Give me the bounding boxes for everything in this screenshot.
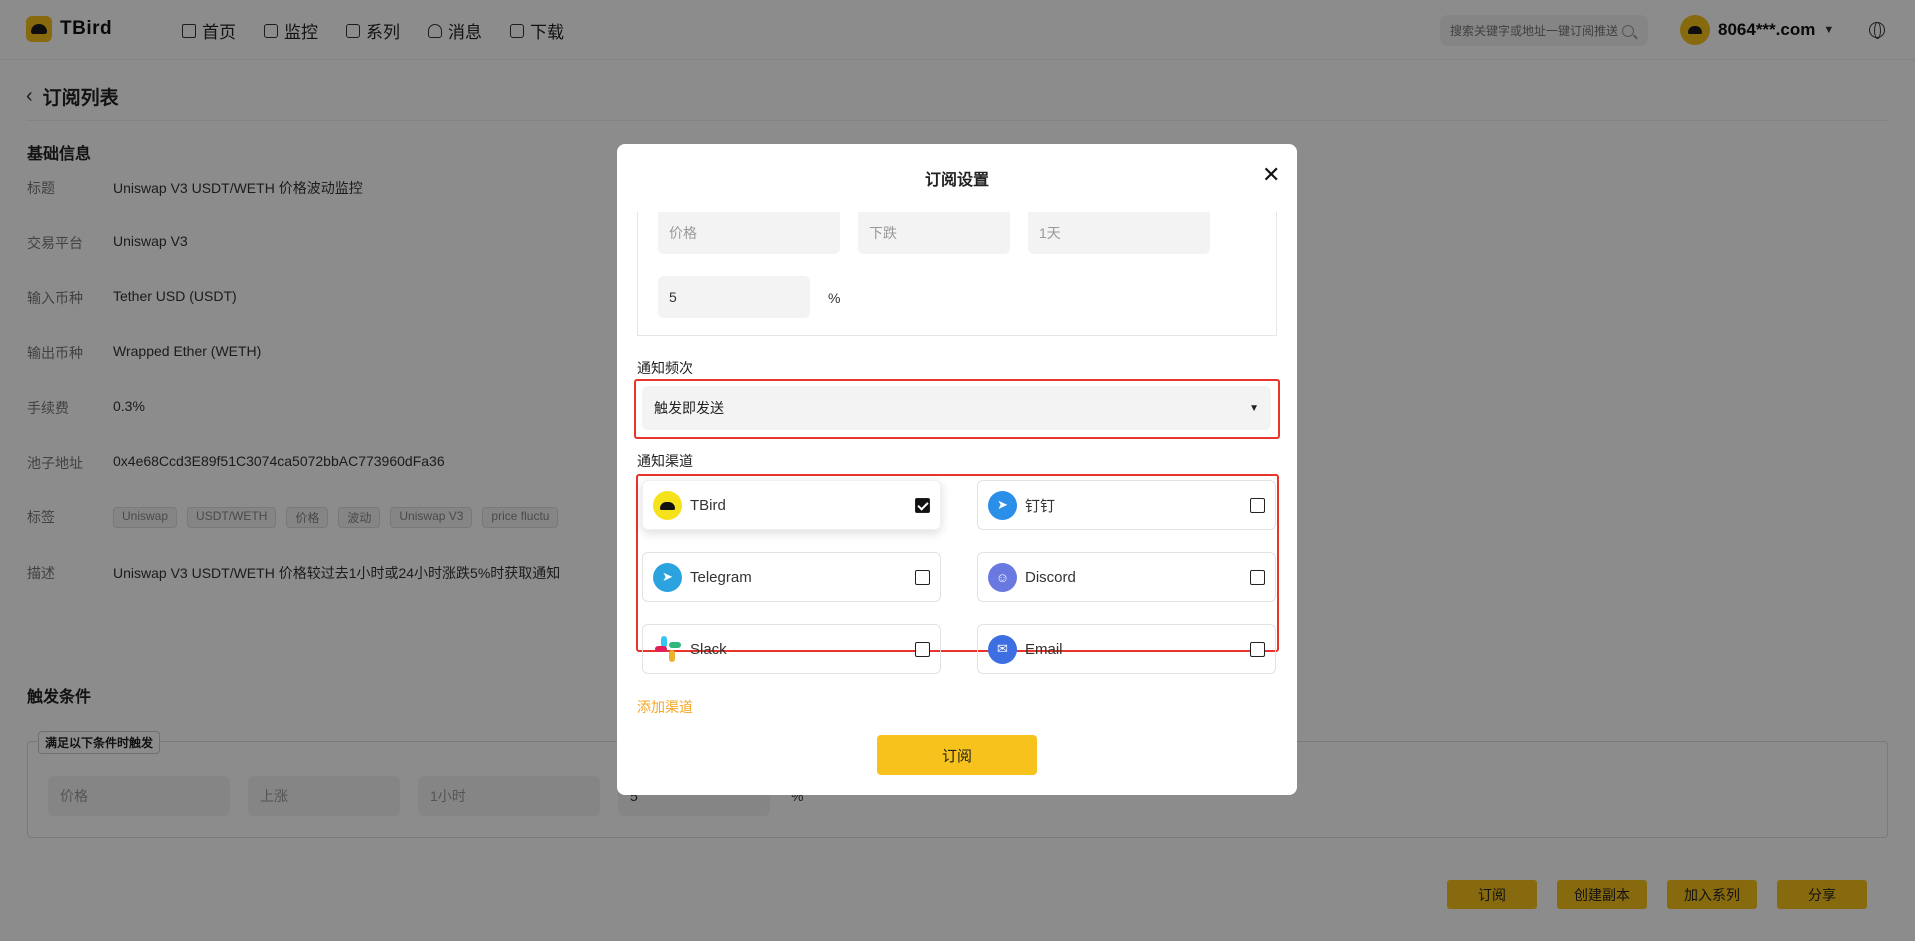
channel-checkbox[interactable] — [1250, 569, 1265, 585]
percent-unit: % — [828, 290, 841, 306]
direction-field[interactable]: 下跌 — [858, 212, 1010, 254]
channel-telegram[interactable]: ➤ Telegram — [642, 552, 941, 602]
close-icon[interactable]: ✕ — [1262, 162, 1280, 188]
add-channel-link[interactable]: 添加渠道 — [637, 697, 693, 717]
discord-icon: ☺ — [988, 562, 1017, 592]
channel-email[interactable]: ✉ Email — [977, 624, 1276, 674]
frequency-label: 通知频次 — [637, 360, 693, 376]
channel-slack[interactable]: Slack — [642, 624, 941, 674]
dingtalk-icon: ➤ — [988, 490, 1017, 520]
telegram-icon: ➤ — [653, 562, 682, 592]
channel-checkbox[interactable] — [915, 641, 930, 657]
modal-title: 订阅设置 — [924, 172, 989, 189]
channels-highlight: TBird ➤ 钉钉 ➤ Telegram ☺ Discord Slack ✉ … — [636, 474, 1279, 674]
slack-icon — [653, 635, 682, 664]
channel-name: 钉钉 — [1025, 497, 1056, 515]
email-icon: ✉ — [988, 634, 1017, 664]
channel-name: Slack — [690, 640, 727, 658]
period-field[interactable]: 1天 — [1028, 212, 1210, 254]
frequency-highlight: 触发即发送 ▼ — [634, 379, 1280, 439]
channel-discord[interactable]: ☺ Discord — [977, 552, 1276, 602]
channel-name: Telegram — [690, 568, 752, 586]
caret-down-icon: ▼ — [1249, 402, 1259, 414]
channel-name: TBird — [690, 496, 726, 514]
frequency-value: 触发即发送 — [654, 400, 724, 416]
channel-name: Discord — [1025, 568, 1076, 586]
metric-field[interactable]: 价格 — [658, 212, 840, 254]
frequency-select[interactable]: 触发即发送 ▼ — [642, 386, 1271, 430]
channel-tbird[interactable]: TBird — [642, 480, 941, 530]
channel-checkbox[interactable] — [915, 569, 930, 585]
channel-checkbox[interactable] — [1250, 641, 1265, 657]
subscription-settings-modal: 订阅设置 ✕ 价格 下跌 1天 5 % 通知频次 触发即发送 ▼ 通知渠道 TB… — [617, 144, 1297, 795]
channel-dingtalk[interactable]: ➤ 钉钉 — [977, 480, 1276, 530]
threshold-field[interactable]: 5 — [658, 276, 810, 318]
tbird-icon — [653, 490, 682, 520]
channel-checkbox[interactable] — [915, 497, 930, 513]
channel-checkbox[interactable] — [1250, 497, 1265, 513]
channels-label: 通知渠道 — [637, 453, 693, 469]
modal-subscribe-button[interactable]: 订阅 — [877, 735, 1037, 775]
channel-name: Email — [1025, 640, 1063, 658]
